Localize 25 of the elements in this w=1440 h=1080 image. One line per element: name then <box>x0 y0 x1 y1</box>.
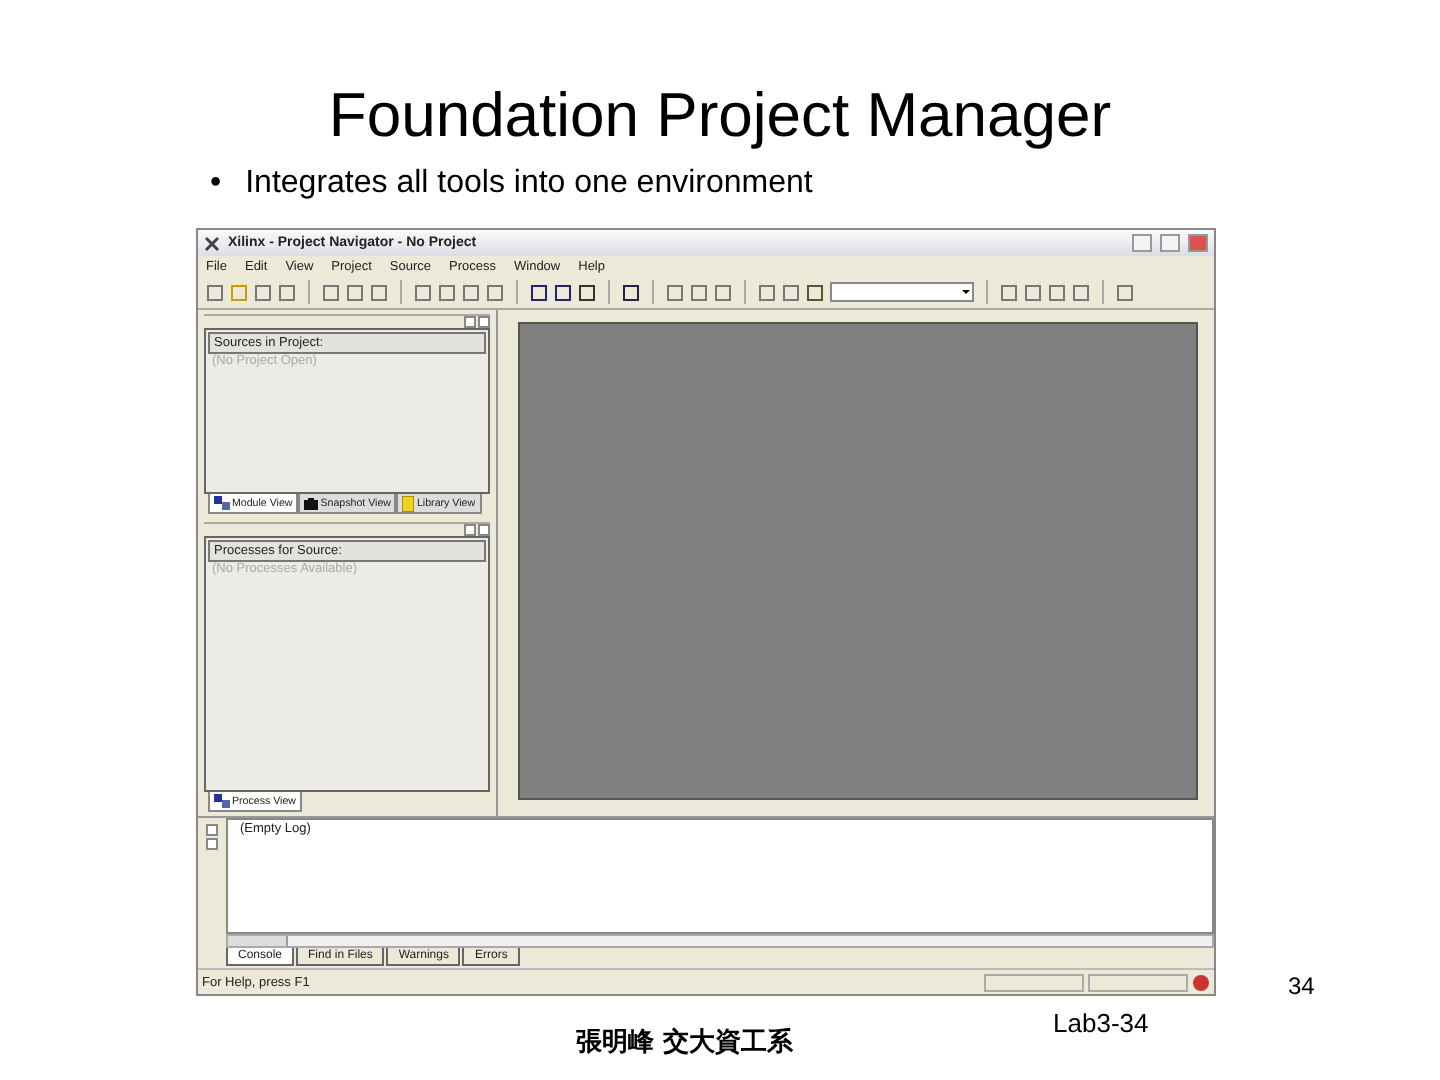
status-icon <box>1192 973 1210 991</box>
slide-title: Foundation Project Manager <box>328 80 1112 152</box>
close-button[interactable] <box>206 838 218 850</box>
app-icon <box>204 235 220 251</box>
minimize-button[interactable] <box>1132 234 1152 252</box>
camera-icon <box>304 497 319 509</box>
lab-label: Lab3-34 <box>1053 1008 1149 1042</box>
close-button[interactable] <box>478 316 490 328</box>
module-icon <box>214 794 230 808</box>
status-panel <box>984 973 1084 991</box>
dropdown-field[interactable] <box>830 282 974 302</box>
page-number: 34 <box>1288 972 1315 1000</box>
horizontal-scrollbar[interactable] <box>226 934 1214 948</box>
module-icon <box>214 496 230 510</box>
bullet-marker: • <box>210 164 222 204</box>
author-text: 張明峰 交大資工系 <box>576 1025 794 1060</box>
pin-button[interactable] <box>464 316 476 328</box>
status-panel <box>1088 973 1188 991</box>
caret-icon <box>960 284 972 300</box>
pin-button[interactable] <box>464 524 476 536</box>
book-icon <box>402 495 415 511</box>
maximize-button[interactable] <box>1160 234 1180 252</box>
pin-button[interactable] <box>206 824 218 836</box>
close-button[interactable] <box>478 524 490 536</box>
bullet-text: Integrates all tools into one environment <box>245 164 813 204</box>
